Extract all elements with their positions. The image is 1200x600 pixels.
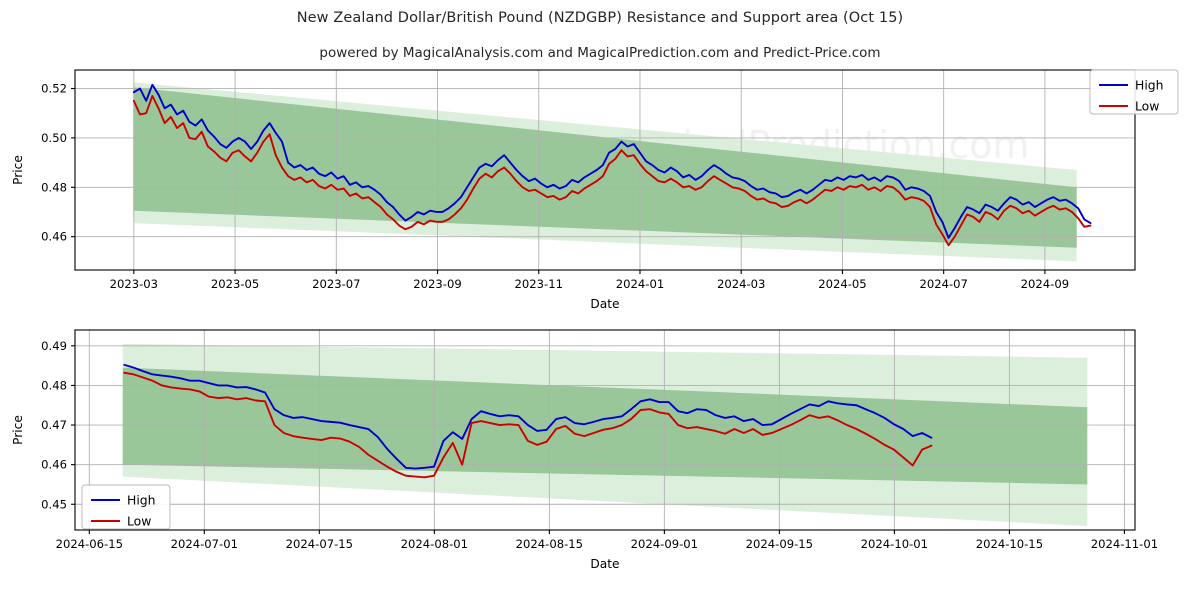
y-tick-label: 0.45 — [41, 497, 67, 511]
x-tick-label: 2024-11-01 — [1091, 537, 1158, 551]
y-axis-title: Price — [11, 415, 25, 445]
y-tick-label: 0.48 — [41, 180, 67, 194]
y-tick-label: 0.47 — [41, 418, 67, 432]
x-tick-label: 2024-01 — [616, 277, 664, 291]
legend-background — [1089, 69, 1179, 115]
x-tick-label: 2024-08-01 — [401, 537, 468, 551]
y-tick-label: 0.50 — [41, 131, 67, 145]
legend-label-low: Low — [127, 514, 151, 529]
x-tick-label: 2024-07-01 — [171, 537, 238, 551]
legend-label-low: Low — [1135, 99, 1159, 114]
x-tick-label: 2024-06-15 — [56, 537, 123, 551]
x-axis-title: Date — [590, 557, 619, 571]
legend-label-high: High — [1135, 78, 1163, 93]
y-tick-label: 0.46 — [41, 230, 67, 244]
y-tick-label: 0.52 — [41, 82, 67, 96]
x-tick-label: 2023-11 — [515, 277, 563, 291]
x-tick-label: 2024-09 — [1021, 277, 1069, 291]
x-axis-title: Date — [590, 297, 619, 311]
chart-legend: High Low — [81, 484, 171, 530]
y-tick-label: 0.49 — [41, 339, 67, 353]
chart-legend: High Low — [1089, 69, 1179, 115]
resistance-support-chart-recent: MagicalAnalysis.comMagicalPrediction.com… — [11, 329, 1158, 571]
x-tick-label: 2023-03 — [110, 277, 158, 291]
x-tick-label: 2023-09 — [413, 277, 461, 291]
y-tick-label: 0.48 — [41, 378, 67, 392]
x-tick-label: 2024-10-01 — [861, 537, 928, 551]
x-tick-label: 2024-05 — [818, 277, 866, 291]
x-tick-label: 2023-07 — [312, 277, 360, 291]
x-tick-label: 2024-08-15 — [516, 537, 583, 551]
page-subtitle: powered by MagicalAnalysis.com and Magic… — [319, 45, 881, 61]
x-tick-label: 2024-07-15 — [286, 537, 353, 551]
x-tick-label: 2024-10-15 — [976, 537, 1043, 551]
x-tick-label: 2023-05 — [211, 277, 259, 291]
legend-label-high: High — [127, 493, 155, 508]
x-tick-label: 2024-07 — [919, 277, 967, 291]
page-title: New Zealand Dollar/British Pound (NZDGBP… — [296, 10, 904, 26]
x-tick-label: 2024-09-15 — [746, 537, 813, 551]
resistance-support-chart-full-history: MagicalAnalysis.comMagicalPrediction.com… — [11, 69, 1179, 311]
x-tick-label: 2024-09-01 — [631, 537, 698, 551]
legend-background — [81, 484, 171, 530]
chart-page: New Zealand Dollar/British Pound (NZDGBP… — [0, 0, 1200, 600]
x-tick-label: 2024-03 — [717, 277, 765, 291]
y-axis-title: Price — [11, 155, 25, 185]
y-tick-label: 0.46 — [41, 458, 67, 472]
